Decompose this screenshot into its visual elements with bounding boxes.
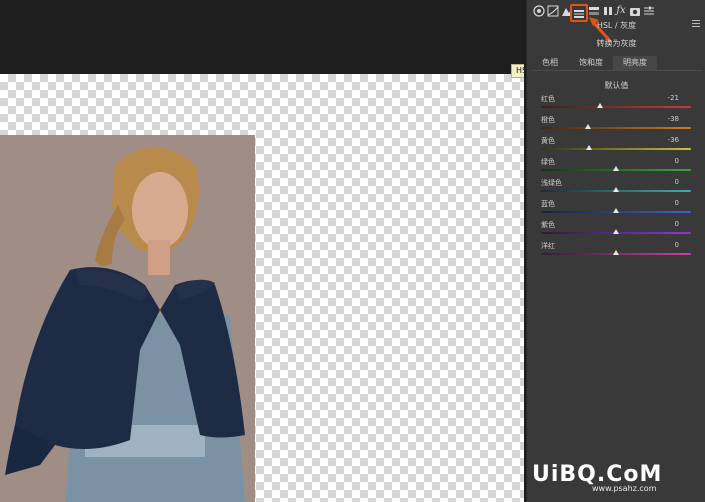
hsl-icon[interactable] <box>572 7 586 21</box>
slider-row: 红色 -21 <box>541 94 691 114</box>
slider-thumb[interactable] <box>597 103 604 108</box>
slider-thumb[interactable] <box>613 208 619 213</box>
portrait-photo <box>0 135 255 502</box>
slider-value[interactable]: -38 <box>668 115 679 123</box>
aperture-icon[interactable] <box>533 5 545 17</box>
tab-luminance[interactable]: 明亮度 <box>613 56 657 70</box>
slider-value[interactable]: -21 <box>668 94 679 102</box>
slider-row: 绿色 0 <box>541 157 691 177</box>
slider-row: 浅绿色 0 <box>541 178 691 198</box>
slider-label: 紫色 <box>541 221 555 229</box>
fx-icon[interactable]: ƒx <box>615 5 627 17</box>
slider-thumb[interactable] <box>613 229 619 234</box>
slider-thumb[interactable] <box>586 145 592 150</box>
slider-thumb[interactable] <box>613 166 619 171</box>
tone-curve-icon[interactable] <box>547 5 559 17</box>
slider-value[interactable]: 0 <box>675 178 679 186</box>
slider-value[interactable]: 0 <box>675 157 679 165</box>
slider-thumb[interactable] <box>584 124 591 129</box>
panel-toolbar: ƒx <box>527 3 705 22</box>
slider-thumb[interactable] <box>613 250 619 255</box>
default-button[interactable]: 默认值 <box>527 80 705 91</box>
convert-to-gray-checkbox[interactable]: 转换为灰度 <box>527 38 705 49</box>
slider-row: 蓝色 0 <box>541 199 691 219</box>
slider-label: 蓝色 <box>541 200 555 208</box>
watermark-url: www.psahz.com <box>592 484 657 493</box>
slider-label: 红色 <box>541 95 555 103</box>
slider-thumb[interactable] <box>613 187 619 192</box>
slider-value[interactable]: -36 <box>668 136 679 144</box>
slider-row: 洋红 0 <box>541 241 691 261</box>
tab-divider <box>531 70 702 71</box>
canvas-area[interactable]: HSL / 灰度 <box>0 0 524 502</box>
tab-hue[interactable]: 色相 <box>531 56 569 70</box>
slider-row: 橙色 -38 <box>541 115 691 135</box>
slider-value[interactable]: 0 <box>675 241 679 249</box>
slider-value[interactable]: 0 <box>675 199 679 207</box>
slider-label: 洋红 <box>541 242 555 250</box>
slider-label: 黄色 <box>541 137 555 145</box>
hsl-tooltip: HSL / 灰度 <box>511 64 524 78</box>
slider-value[interactable]: 0 <box>675 220 679 228</box>
tab-saturation[interactable]: 饱和度 <box>569 56 613 70</box>
presets-icon[interactable] <box>643 5 655 17</box>
slider-label: 绿色 <box>541 158 555 166</box>
hsl-tabs: 色相 饱和度 明亮度 <box>531 56 702 70</box>
slider-track[interactable] <box>541 127 691 129</box>
slider-row: 黄色 -36 <box>541 136 691 156</box>
camera-icon[interactable] <box>629 5 641 17</box>
slider-label: 橙色 <box>541 116 555 124</box>
panel-title: HSL / 灰度 <box>596 21 637 30</box>
slider-track[interactable] <box>541 148 691 150</box>
slider-track[interactable] <box>541 106 691 108</box>
camera-raw-panel: ƒx HSL / 灰度 转换为灰度 色相 饱和度 明亮度 默认值 红色 -21 橙色… <box>526 0 705 502</box>
slider-label: 浅绿色 <box>541 179 562 187</box>
slider-row: 紫色 0 <box>541 220 691 240</box>
